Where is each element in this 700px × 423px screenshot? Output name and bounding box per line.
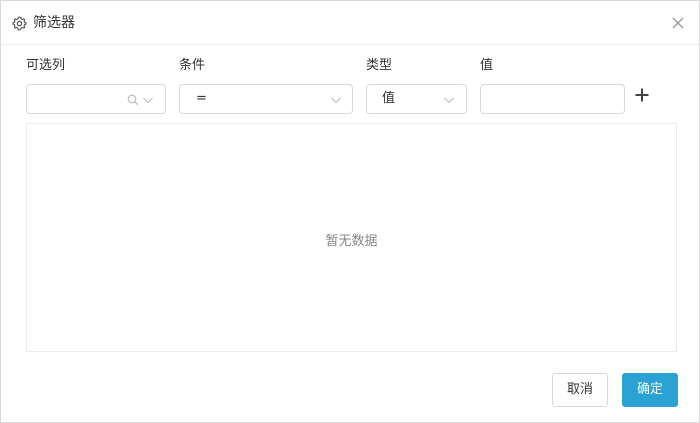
close-icon[interactable] <box>671 16 685 30</box>
chevron-down-icon <box>444 97 454 104</box>
available-columns-label: 可选列 <box>26 58 66 73</box>
condition-label: 条件 <box>179 58 206 73</box>
available-columns-select[interactable] <box>26 84 166 114</box>
filter-dialog: 筛选器 可选列 条件 类型 值 = 值 暂无数据 取消 确定 <box>0 0 700 423</box>
cancel-button[interactable]: 取消 <box>552 373 608 407</box>
type-label: 类型 <box>366 58 393 73</box>
confirm-button[interactable]: 确定 <box>622 373 678 407</box>
chevron-down-icon <box>143 97 153 104</box>
condition-value: = <box>196 91 207 106</box>
add-icon[interactable] <box>634 87 650 103</box>
chevron-down-icon <box>331 97 341 104</box>
empty-state-text: 暂无数据 <box>325 234 378 249</box>
type-select[interactable]: 值 <box>366 84 467 114</box>
filter-list: 暂无数据 <box>26 123 677 352</box>
dialog-title: 筛选器 <box>33 15 75 31</box>
dialog-header: 筛选器 <box>1 1 699 45</box>
value-input[interactable] <box>480 84 625 114</box>
search-icon <box>127 94 139 106</box>
condition-select[interactable]: = <box>179 84 353 114</box>
type-value: 值 <box>382 91 396 106</box>
gear-icon <box>12 16 27 31</box>
value-label: 值 <box>480 58 494 73</box>
